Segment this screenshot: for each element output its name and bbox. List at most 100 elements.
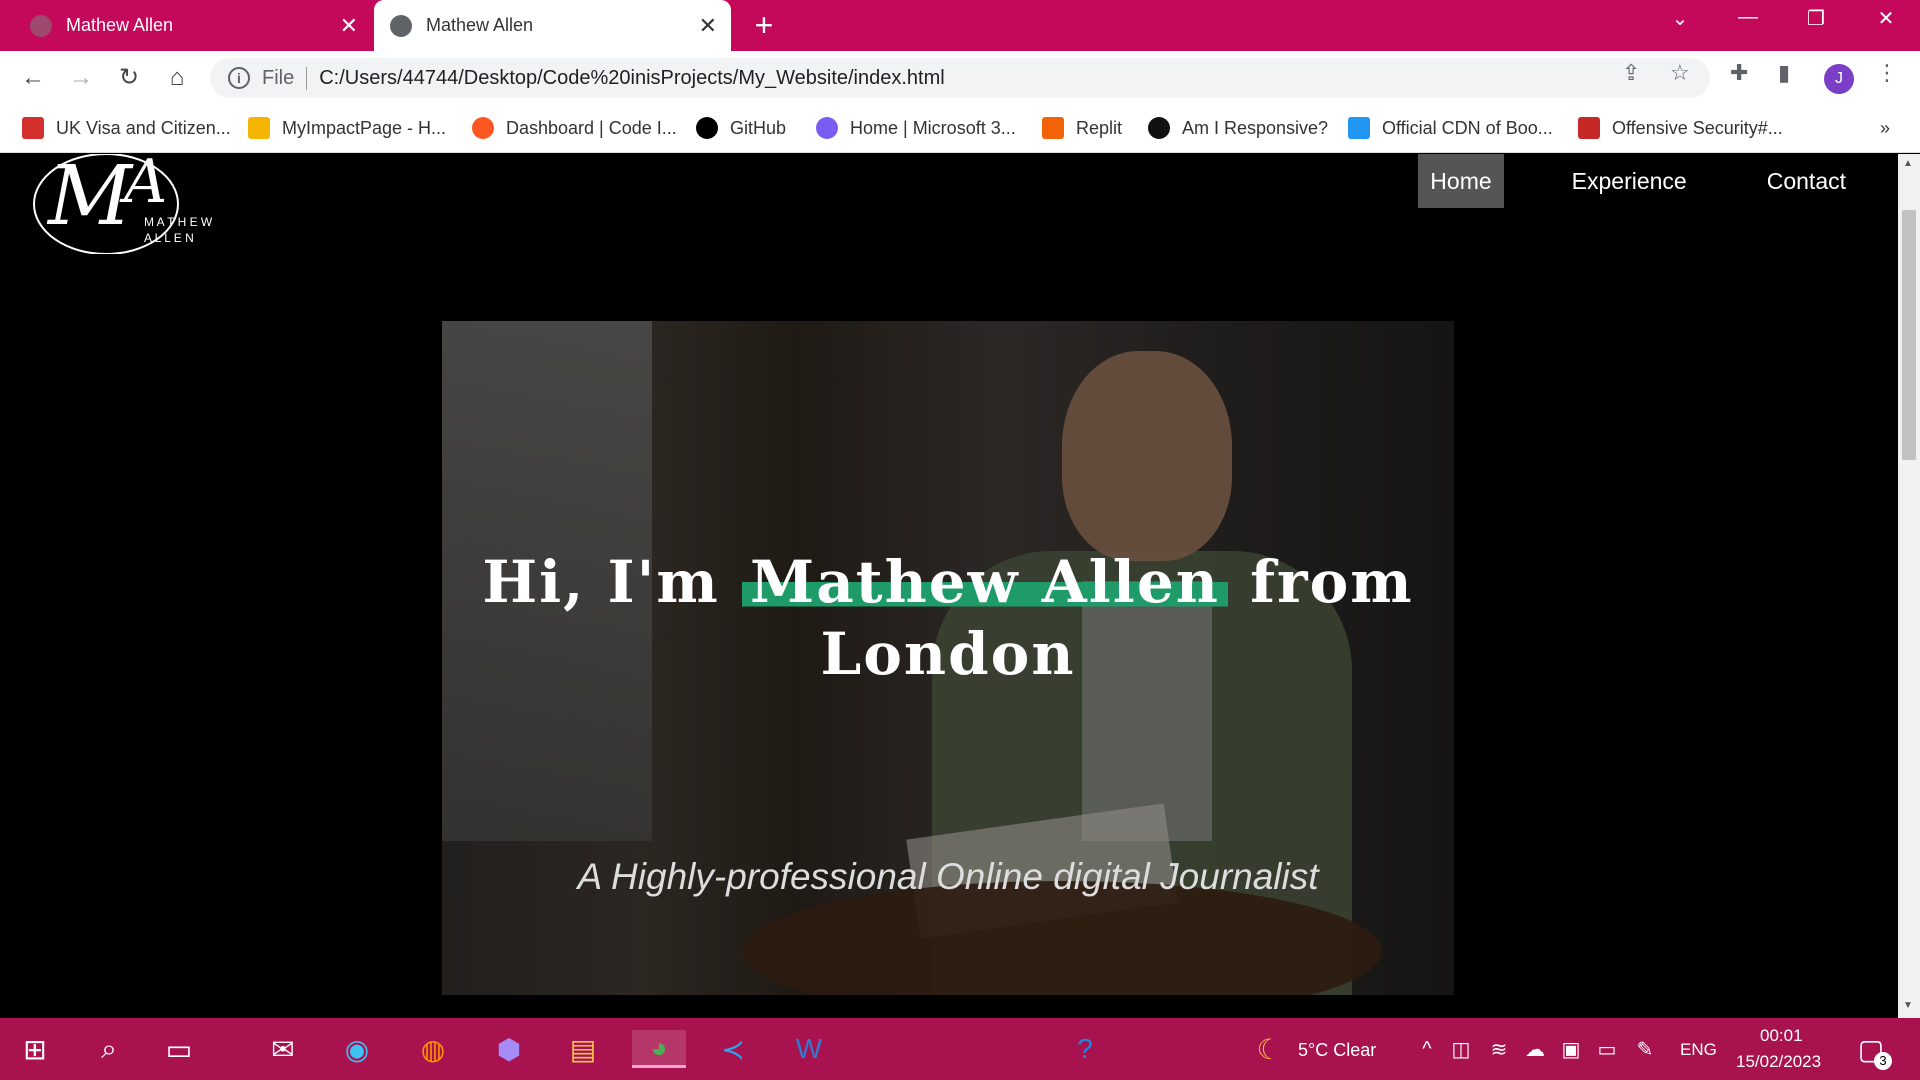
scroll-up-icon[interactable]: ▲	[1903, 158, 1913, 169]
bookmark-label: Home | Microsoft 3...	[850, 117, 1016, 138]
bookmark-offensive-security[interactable]: Offensive Security#...	[1578, 113, 1783, 143]
clock-time[interactable]: 00:01	[1760, 1026, 1803, 1046]
logo-text-bottom: A L L E N	[144, 231, 194, 245]
search-icon[interactable]: ⌕	[90, 1030, 128, 1068]
help-icon[interactable]: ?	[1066, 1030, 1104, 1068]
bookmark-label: Am I Responsive?	[1182, 117, 1329, 138]
battery-icon[interactable]: ▭	[1588, 1030, 1626, 1068]
bookmark-favicon-icon	[1148, 117, 1170, 139]
svg-text:A: A	[119, 154, 167, 217]
replit-icon	[1042, 117, 1064, 139]
side-panel-icon[interactable]: ▮	[1778, 60, 1790, 86]
mail-icon[interactable]: ✉	[264, 1030, 302, 1068]
nav-home-link[interactable]: Home	[1418, 154, 1504, 208]
start-icon[interactable]: ⊞	[16, 1030, 54, 1068]
bookmark-myimpactpage[interactable]: MyImpactPage - H...	[248, 113, 446, 143]
star-icon[interactable]: ☆	[1670, 60, 1690, 86]
web-page: M A M A T H E W A L L E N Home Experienc…	[0, 154, 1898, 1018]
bookmark-favicon-icon	[472, 117, 494, 139]
bookmark-label: MyImpactPage - H...	[282, 117, 447, 138]
vscode-icon[interactable]: ≺	[714, 1030, 752, 1068]
bookmarks-overflow-button[interactable]: »	[1880, 113, 1890, 143]
bookmark-label: Official CDN of Boo...	[1382, 117, 1553, 138]
bookmark-dashboard[interactable]: Dashboard | Code I...	[472, 113, 677, 143]
app-icon[interactable]: ⬢	[490, 1030, 528, 1068]
close-tab-icon[interactable]: ✕	[340, 14, 358, 37]
bookmark-favicon-icon	[1348, 117, 1370, 139]
hero-title-highlight: Mathew Allen	[742, 548, 1228, 616]
bookmark-github[interactable]: GitHub	[696, 113, 786, 143]
weather-text[interactable]: 5°C Clear	[1298, 1040, 1376, 1061]
profile-avatar[interactable]: J	[1824, 64, 1854, 94]
minimize-button[interactable]: —	[1728, 6, 1768, 29]
bookmark-favicon-icon	[22, 117, 44, 139]
wifi-icon[interactable]: ≋	[1480, 1030, 1518, 1068]
address-bar[interactable]: i File C:/Users/44744/Desktop/Code%20ini…	[210, 58, 1710, 98]
bookmarks-bar: UK Visa and Citizen... MyImpactPage - H.…	[0, 103, 1920, 153]
bookmark-replit[interactable]: Replit	[1042, 113, 1122, 143]
tab-search-icon[interactable]: ⌄	[1660, 6, 1700, 31]
extensions-icon[interactable]: ✚	[1730, 60, 1748, 86]
onedrive-icon[interactable]: ☁	[1516, 1030, 1554, 1068]
back-icon[interactable]: ←	[18, 63, 48, 93]
display-icon[interactable]: ▣	[1552, 1030, 1590, 1068]
bookmark-label: Offensive Security#...	[1612, 117, 1783, 138]
close-tab-icon[interactable]: ✕	[699, 14, 717, 37]
hero-title-after: from	[1227, 548, 1414, 616]
bookmark-microsoft[interactable]: Home | Microsoft 3...	[816, 113, 1016, 143]
scrollbar-thumb[interactable]	[1902, 210, 1916, 460]
hero-banner: Hi, I'm Mathew Allen from London A Highl…	[442, 321, 1454, 995]
github-icon	[696, 117, 718, 139]
logo-text-top: M A T H E W	[144, 215, 213, 229]
tab-title: Mathew Allen	[66, 15, 174, 35]
windows-taskbar: ⊞ ⌕ ▭ ✉ ◉ ◍ ⬢ ▤ ◕ ≺ W ? ☾ 5°C Clear ^ ◫ …	[0, 1018, 1920, 1080]
home-icon[interactable]: ⌂	[162, 63, 192, 93]
tab-1[interactable]: Mathew Allen ✕	[0, 0, 372, 51]
page-scrollbar[interactable]: ▲ ▼	[1898, 154, 1920, 1018]
clock-date[interactable]: 15/02/2023	[1736, 1052, 1821, 1072]
forward-icon[interactable]: →	[66, 63, 96, 93]
pen-icon[interactable]: ✎	[1626, 1030, 1664, 1068]
tab-title: Mathew Allen	[426, 15, 534, 35]
nav-experience-link[interactable]: Experience	[1560, 154, 1699, 208]
globe-icon	[390, 14, 412, 37]
site-logo[interactable]: M A M A T H E W A L L E N	[16, 154, 256, 254]
hero-heading: Hi, I'm Mathew Allen from London	[442, 546, 1454, 690]
restore-button[interactable]: ❐	[1796, 6, 1836, 31]
notification-count-badge: 3	[1874, 1052, 1892, 1070]
share-icon[interactable]: ⇪	[1622, 60, 1640, 86]
bookmark-bootstrap-cdn[interactable]: Official CDN of Boo...	[1348, 113, 1553, 143]
word-icon[interactable]: W	[790, 1030, 828, 1068]
globe-icon	[30, 14, 52, 37]
menu-icon[interactable]: ⋮	[1876, 60, 1898, 86]
bookmark-uk-visa[interactable]: UK Visa and Citizen...	[22, 113, 231, 143]
file-explorer-icon[interactable]: ▤	[564, 1030, 602, 1068]
tab-strip: Mathew Allen ✕ Mathew Allen ✕ + ⌄ — ❐ ✕	[0, 0, 1920, 51]
hero-subtitle: A Highly-professional Online digital Jou…	[577, 856, 1319, 897]
meet-icon[interactable]: ◫	[1442, 1030, 1480, 1068]
bookmark-favicon-icon	[1578, 117, 1600, 139]
tab-2[interactable]: Mathew Allen ✕	[374, 0, 731, 51]
language-indicator[interactable]: ENG	[1680, 1040, 1717, 1060]
bookmark-favicon-icon	[248, 117, 270, 139]
toolbar: ← → ↻ ⌂ i File C:/Users/44744/Desktop/Co…	[0, 51, 1920, 103]
hero-title-line2: London	[820, 620, 1076, 688]
scroll-down-icon[interactable]: ▼	[1903, 1000, 1913, 1011]
firefox-icon[interactable]: ◍	[414, 1030, 452, 1068]
chevron-up-icon[interactable]: ^	[1408, 1030, 1446, 1068]
bookmark-am-i-responsive[interactable]: Am I Responsive?	[1148, 113, 1328, 143]
bookmark-label: UK Visa and Citizen...	[56, 117, 231, 138]
chrome-icon[interactable]: ◕	[632, 1030, 686, 1068]
scheme-label: File	[262, 66, 308, 90]
nav-contact-link[interactable]: Contact	[1755, 154, 1858, 208]
edge-icon[interactable]: ◉	[338, 1030, 376, 1068]
close-window-button[interactable]: ✕	[1866, 6, 1906, 31]
bookmark-label: Dashboard | Code I...	[506, 117, 677, 138]
reload-icon[interactable]: ↻	[114, 63, 144, 93]
task-view-icon[interactable]: ▭	[160, 1030, 198, 1068]
new-tab-button[interactable]: +	[748, 8, 780, 42]
info-icon[interactable]: i	[228, 67, 250, 89]
url-text[interactable]: C:/Users/44744/Desktop/Code%20inisProjec…	[319, 67, 944, 90]
bookmark-favicon-icon	[816, 117, 838, 139]
site-nav: Home Experience Contact	[1418, 154, 1898, 208]
